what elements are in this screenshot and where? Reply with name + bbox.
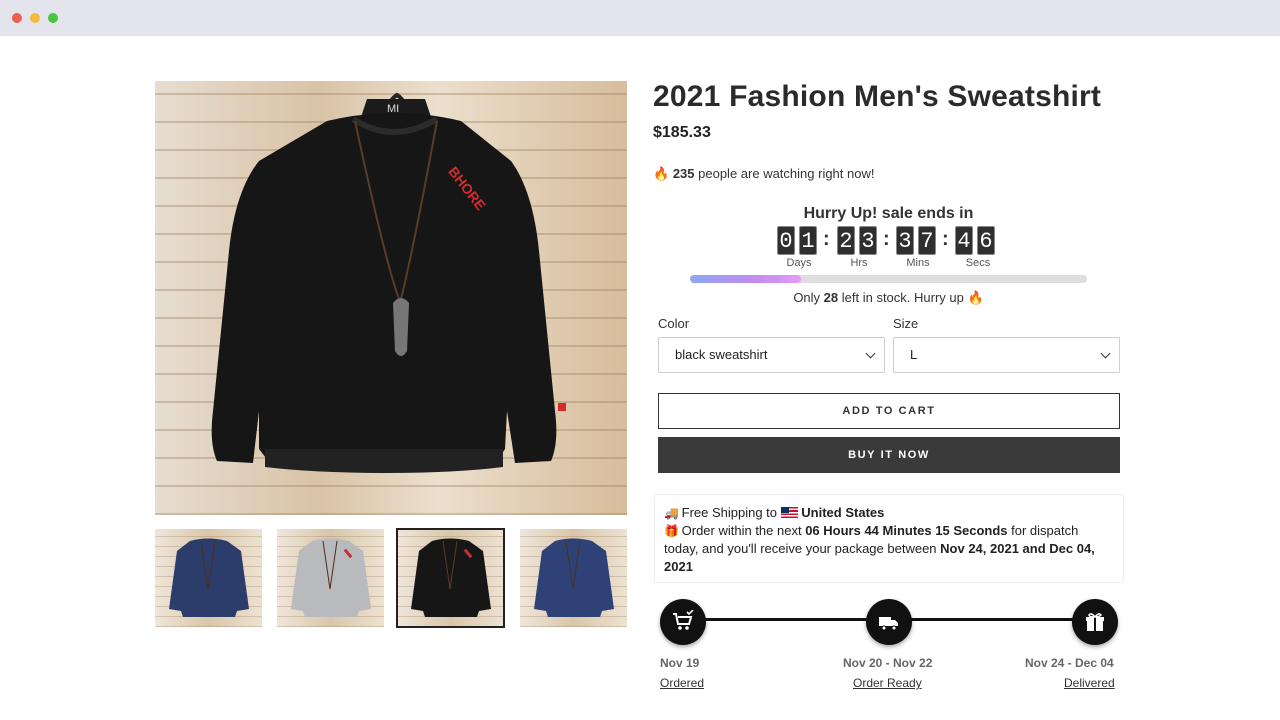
truck-emoji-icon: 🚚 <box>664 506 679 520</box>
countdown-digit: 0 <box>777 226 795 255</box>
shipping-country: United States <box>801 505 885 520</box>
close-window-button[interactable] <box>12 13 22 23</box>
countdown-label-hours: Hrs <box>850 257 868 269</box>
us-flag-icon <box>780 507 798 518</box>
delivered-step <box>1072 599 1118 645</box>
watching-text: people are watching right now! <box>698 166 875 181</box>
stock-count: 28 <box>823 290 839 305</box>
product-price: $185.33 <box>653 124 711 141</box>
countdown-digit: 2 <box>837 226 855 255</box>
stock-progress-bar <box>690 275 1087 283</box>
dispatch-line: 🎁 Order within the next 06 Hours 44 Minu… <box>664 522 1114 576</box>
countdown-label-seconds: Secs <box>965 257 991 269</box>
dispatch-prefix: Order within the next <box>681 523 802 538</box>
ordered-step <box>660 599 706 645</box>
product-title: 2021 Fashion Men's Sweatshirt <box>653 80 1102 113</box>
main-product-image[interactable]: MI BHORE <box>155 81 627 515</box>
sweatshirt-image: MI BHORE <box>211 92 566 473</box>
stock-notice: Only 28 left in stock. Hurry up 🔥 <box>690 290 1087 306</box>
cart-check-icon <box>673 610 694 630</box>
chevron-down-icon <box>1100 348 1111 359</box>
watching-count: 235 <box>672 166 695 181</box>
add-to-cart-button[interactable]: ADD TO CART <box>658 393 1120 429</box>
color-select[interactable]: black sweatshirt <box>658 337 885 373</box>
ordered-label: Ordered <box>660 676 705 690</box>
thumbnail-navy-2[interactable] <box>520 529 627 627</box>
size-select[interactable]: L <box>893 337 1120 373</box>
thumbnail-navy-1[interactable] <box>155 529 262 627</box>
order-ready-label: Order Ready <box>853 676 922 690</box>
countdown-digit: 6 <box>977 226 995 255</box>
flame-icon: 🔥 <box>653 166 670 181</box>
size-select-value: L <box>910 347 918 362</box>
order-ready-date: Nov 20 - Nov 22 <box>843 656 933 670</box>
ordered-date: Nov 19 <box>660 656 700 670</box>
color-label: Color <box>658 316 690 331</box>
countdown-digit: 3 <box>896 226 914 255</box>
shipping-info-box: 🚚 Free Shipping to United States 🎁 Order… <box>654 494 1124 583</box>
delivered-date: Nov 24 - Dec 04 <box>1025 656 1114 670</box>
flame-icon: 🔥 <box>967 290 984 305</box>
watching-notice: 🔥 235 people are watching right now! <box>653 166 874 182</box>
color-select-value: black sweatshirt <box>675 347 768 362</box>
thumbnail-grey[interactable] <box>277 529 384 627</box>
countdown-label-minutes: Mins <box>906 257 930 269</box>
countdown-label-days: Days <box>786 257 812 269</box>
gift-emoji-icon: 🎁 <box>664 524 679 538</box>
countdown-separator: : <box>883 228 890 250</box>
shipping-line: 🚚 Free Shipping to United States <box>664 504 1114 522</box>
stock-suffix: left in stock. Hurry up <box>841 290 964 305</box>
size-label: Size <box>893 316 919 331</box>
truck-icon <box>879 617 898 631</box>
window-titlebar <box>0 0 1280 36</box>
countdown-heading: Hurry Up! sale ends in <box>803 205 974 222</box>
stock-prefix: Only <box>793 290 821 305</box>
countdown-digit: 4 <box>955 226 973 255</box>
buy-it-now-button[interactable]: BUY IT NOW <box>658 437 1120 473</box>
countdown-separator: : <box>823 228 830 250</box>
order-ready-step <box>866 599 912 645</box>
stock-progress-fill <box>690 275 802 283</box>
countdown-separator: : <box>942 228 949 250</box>
chevron-down-icon <box>865 348 876 359</box>
gift-icon <box>1086 613 1104 631</box>
minimize-window-button[interactable] <box>30 13 40 23</box>
countdown-digit: 3 <box>859 226 877 255</box>
delivered-label: Delivered <box>1064 676 1115 690</box>
shipping-prefix: Free Shipping to <box>681 505 778 520</box>
countdown-digit: 7 <box>918 226 936 255</box>
dispatch-cutoff: 06 Hours 44 Minutes 15 Seconds <box>805 523 1008 538</box>
thumbnail-black-selected[interactable] <box>396 528 505 628</box>
countdown-digit: 1 <box>799 226 817 255</box>
maximize-window-button[interactable] <box>48 13 58 23</box>
